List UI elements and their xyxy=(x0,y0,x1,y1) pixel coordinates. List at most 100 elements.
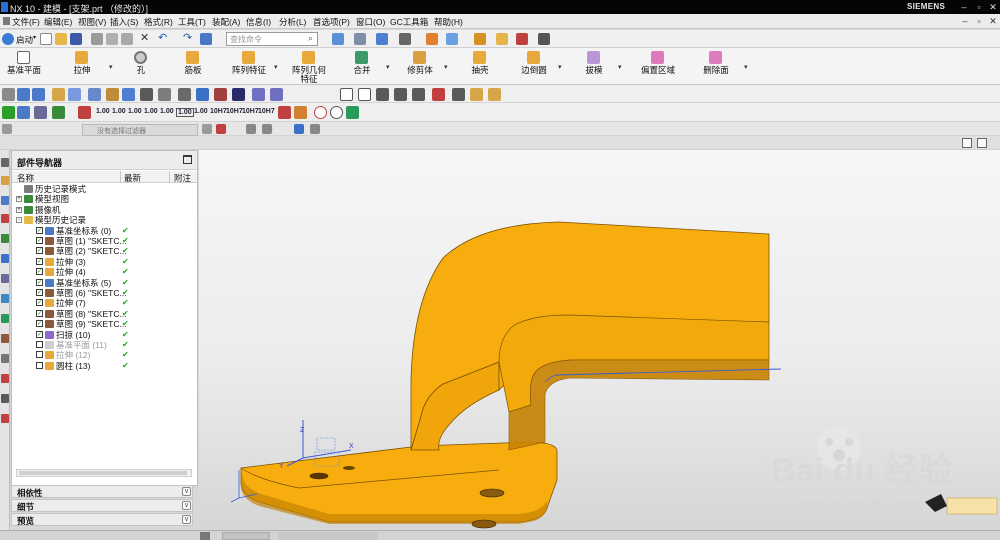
precision-5-label[interactable]: 1.00 xyxy=(160,108,174,115)
tree-row[interactable]: ✓ 拉伸 (3) ✔ xyxy=(12,257,197,267)
menu-format[interactable]: 格式(R) xyxy=(144,16,173,28)
feature-visibility-checkbox[interactable]: ✓ xyxy=(36,257,43,265)
menu-tools[interactable]: 工具(T) xyxy=(178,16,206,28)
hole-left[interactable] xyxy=(309,472,329,480)
leader-2-icon[interactable] xyxy=(294,106,307,119)
snap-point-2-icon[interactable] xyxy=(262,124,272,134)
feature-visibility-checkbox[interactable]: ✓ xyxy=(36,320,43,328)
shell-button[interactable]: 抽壳 xyxy=(458,48,502,85)
menu-preferences[interactable]: 首选项(P) xyxy=(313,16,350,28)
paste-icon[interactable] xyxy=(121,33,133,45)
tree-row[interactable]: ✓ 草图 (8) "SKETC... ✔ xyxy=(12,309,197,319)
status-select-icon[interactable] xyxy=(200,532,210,540)
close-button[interactable]: ✕ xyxy=(987,1,999,13)
menu-analysis[interactable]: 分析(L) xyxy=(279,16,306,28)
start-menu-label[interactable]: 启动 xyxy=(16,34,33,46)
snap-icon[interactable] xyxy=(426,33,438,45)
delete-icon[interactable]: ✕ xyxy=(140,31,149,44)
measure-distance-icon[interactable] xyxy=(88,88,101,101)
precision-3-label[interactable]: 1.00 xyxy=(128,108,142,115)
measure-icon[interactable] xyxy=(516,33,528,45)
swept-arm-side-face[interactable] xyxy=(508,359,770,451)
feature-visibility-checkbox[interactable]: ✓ xyxy=(36,247,43,255)
feature-tool-icon[interactable] xyxy=(252,88,265,101)
resource-process-icon[interactable] xyxy=(1,314,9,323)
tree-row[interactable]: ✓ 草图 (2) "SKETC... ✔ xyxy=(12,246,197,256)
wcs-icon[interactable] xyxy=(446,33,458,45)
menu-window[interactable]: 窗口(O) xyxy=(356,16,385,28)
maximize-button[interactable]: ▫ xyxy=(973,1,985,13)
feature-visibility-checkbox[interactable]: ✓ xyxy=(36,299,43,307)
datum-plane-button[interactable]: 基准平面 xyxy=(0,48,48,85)
search-icon[interactable]: ⌕ xyxy=(305,33,316,44)
section-icon[interactable] xyxy=(140,88,153,101)
precision-icon[interactable] xyxy=(78,106,91,119)
feature-tool-2-icon[interactable] xyxy=(270,88,283,101)
feature-visibility-checkbox[interactable] xyxy=(36,361,43,369)
triangle-icon[interactable] xyxy=(340,88,353,101)
window-icon[interactable] xyxy=(200,33,212,45)
resource-assembly-icon[interactable] xyxy=(1,158,9,167)
select-icon[interactable] xyxy=(122,88,135,101)
precision-2-label[interactable]: 1.00 xyxy=(112,108,126,115)
tree-row[interactable]: + 摄像机 xyxy=(12,205,197,215)
filter-icon[interactable] xyxy=(216,124,226,134)
view-orient-icon[interactable] xyxy=(332,33,344,45)
draft-button[interactable]: 拔模 xyxy=(572,48,616,85)
hole-right-bottom[interactable] xyxy=(471,519,497,529)
assembly-icon[interactable] xyxy=(196,88,209,101)
menu-insert[interactable]: 插入(S) xyxy=(110,16,138,28)
datum-icon[interactable] xyxy=(394,88,407,101)
feature-visibility-checkbox[interactable]: ✓ xyxy=(36,330,43,338)
check-icon[interactable] xyxy=(2,106,15,119)
feature-visibility-checkbox[interactable]: ✓ xyxy=(36,226,43,234)
trim-body-dropdown[interactable]: ▾ xyxy=(442,48,454,85)
motion-icon[interactable] xyxy=(214,88,227,101)
rib-button[interactable]: 筋板 xyxy=(172,48,214,85)
weld-icon[interactable] xyxy=(432,88,445,101)
tree-row[interactable]: ✓ 扫掠 (10) ✔ xyxy=(12,330,197,340)
sketch-tool-icon[interactable] xyxy=(52,88,65,101)
format-2-icon[interactable] xyxy=(488,88,501,101)
cube-select-icon[interactable] xyxy=(294,124,304,134)
tree-row[interactable]: 历史记录模式 xyxy=(12,184,197,194)
tolerance-3-label[interactable]: 10H7 xyxy=(242,108,259,115)
extrude-button[interactable]: 拉伸 xyxy=(58,48,106,85)
menu-chevron-icon[interactable] xyxy=(2,124,12,134)
resource-reuse-2-icon[interactable] xyxy=(1,394,9,403)
pattern-feature-button[interactable]: 阵列特征 xyxy=(226,48,272,85)
chevron-down-icon[interactable]: ∨ xyxy=(182,515,191,524)
resource-palette-icon[interactable] xyxy=(1,294,9,303)
resource-hd3d-icon[interactable] xyxy=(1,234,9,243)
tree-row[interactable]: 基准平面 (11) ✔ xyxy=(12,340,197,350)
draft-dropdown[interactable]: ▾ xyxy=(616,48,628,85)
start-icon[interactable] xyxy=(2,33,14,45)
resource-constraint-icon[interactable] xyxy=(1,196,9,205)
hole-center[interactable] xyxy=(343,466,355,470)
doc-close-button[interactable]: ✕ xyxy=(988,16,998,26)
layer-icon[interactable] xyxy=(496,33,508,45)
pmi-icon[interactable] xyxy=(232,88,245,101)
shaded-icon[interactable] xyxy=(376,33,388,45)
collapse-icon[interactable]: - xyxy=(16,217,22,224)
feature-visibility-checkbox[interactable]: ✓ xyxy=(36,289,43,296)
cut-icon[interactable] xyxy=(91,33,103,45)
menu-help[interactable]: 帮助(H) xyxy=(434,16,463,28)
menu-edit[interactable]: 编辑(E) xyxy=(44,16,72,28)
type-filter-dropdown[interactable]: 没有选择过滤器 ▾ xyxy=(82,124,273,136)
cube-check-icon[interactable] xyxy=(17,106,30,119)
cube-view-2-icon[interactable] xyxy=(32,88,45,101)
feature-visibility-checkbox[interactable]: ✓ xyxy=(36,309,43,317)
graphics-window[interactable]: Z X Y Bai du 经验 jingyan.baidu.com xyxy=(199,150,1000,530)
chevron-down-icon[interactable]: ∨ xyxy=(182,501,191,510)
precision-1-label[interactable]: 1.00 xyxy=(96,108,110,115)
background-icon[interactable] xyxy=(399,33,411,45)
gc-tool-icon[interactable] xyxy=(474,33,486,45)
menu-information[interactable]: 信息(I) xyxy=(246,16,271,28)
feature-visibility-checkbox[interactable]: ✓ xyxy=(36,268,43,276)
no-icon[interactable] xyxy=(314,106,327,119)
tree-row[interactable]: ✓ 拉伸 (4) ✔ xyxy=(12,267,197,277)
delete-face-button[interactable]: 删除面 xyxy=(690,48,742,85)
render-style-icon[interactable] xyxy=(354,33,366,45)
bracket-icon[interactable] xyxy=(376,88,389,101)
